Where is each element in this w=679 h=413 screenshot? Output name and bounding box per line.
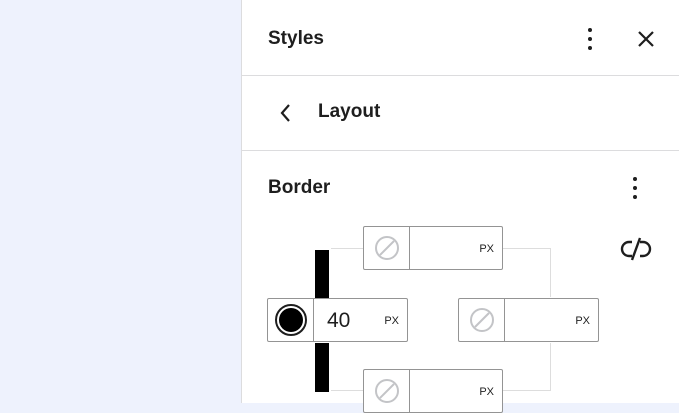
border-left-control: 40 PX: [267, 298, 408, 342]
border-left-color-button[interactable]: [268, 299, 314, 341]
border-bottom-control: PX: [363, 369, 503, 413]
border-bottom-color-button[interactable]: [364, 370, 410, 412]
chevron-left-icon[interactable]: [274, 100, 298, 126]
border-left-unit[interactable]: PX: [384, 315, 399, 327]
border-right-width-input[interactable]: PX: [505, 299, 598, 341]
connector-line: [502, 390, 551, 391]
styles-panel: Styles Layout Border PX 40 PX PX PX: [241, 0, 679, 413]
connector-line: [331, 390, 363, 391]
border-left-width-input[interactable]: 40 PX: [314, 299, 407, 341]
connector-line: [550, 248, 551, 297]
border-right-color-button[interactable]: [459, 299, 505, 341]
no-color-swatch-icon: [374, 379, 399, 403]
panel-title: Styles: [268, 28, 324, 49]
border-left-value[interactable]: 40: [327, 309, 350, 333]
border-right-unit[interactable]: PX: [575, 315, 590, 327]
border-top-width-input[interactable]: PX: [410, 227, 502, 269]
connector-line: [502, 248, 551, 249]
border-bottom-unit[interactable]: PX: [479, 386, 494, 398]
border-top-unit[interactable]: PX: [479, 243, 494, 255]
more-vertical-icon[interactable]: [578, 24, 602, 54]
unlink-icon[interactable]: [620, 233, 652, 265]
section-more-vertical-icon[interactable]: [623, 173, 647, 203]
left-border-preview-top: [315, 250, 329, 298]
no-color-swatch-icon: [374, 236, 399, 260]
border-right-control: PX: [458, 298, 599, 342]
left-border-preview-bottom: [315, 343, 329, 392]
no-color-swatch-icon: [469, 308, 494, 332]
connector-line: [331, 248, 363, 249]
connector-line: [550, 343, 551, 391]
border-top-control: PX: [363, 226, 503, 270]
nav-title: Layout: [318, 101, 381, 122]
black-color-swatch-icon: [274, 304, 307, 336]
close-icon[interactable]: [634, 27, 658, 51]
border-top-color-button[interactable]: [364, 227, 410, 269]
navigation-header: [242, 76, 679, 151]
border-bottom-width-input[interactable]: PX: [410, 370, 502, 412]
border-section-title: Border: [268, 177, 331, 198]
